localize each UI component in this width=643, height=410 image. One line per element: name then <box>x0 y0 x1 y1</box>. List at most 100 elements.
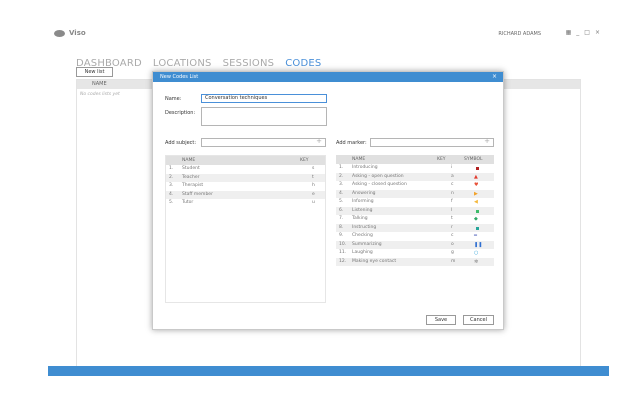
save-button[interactable]: Save <box>426 315 456 325</box>
table-row[interactable]: 2. Asking - open question a ▲ <box>336 172 494 182</box>
marker-key: f <box>451 199 453 204</box>
table-row[interactable]: 2. Teacher t <box>166 173 325 182</box>
table-row[interactable]: 12. Making eye contact m ✲ <box>336 257 494 267</box>
markers-table-header: NAME KEY SYMBOL <box>336 155 494 164</box>
tab-codes[interactable]: CODES <box>285 58 321 69</box>
tab-sessions[interactable]: SESSIONS <box>223 58 275 69</box>
table-row[interactable]: 3. Therapist h <box>166 182 325 191</box>
row-number: 12. <box>339 258 347 264</box>
marker-name: Asking - open question <box>352 173 404 179</box>
close-icon[interactable]: × <box>595 29 605 36</box>
markers-col-symbol: SYMBOL <box>464 157 483 162</box>
row-number: 7. <box>339 216 344 221</box>
arrow-left-symbol-icon[interactable]: ◀ <box>474 198 478 207</box>
marker-name: Laughing <box>352 250 373 255</box>
heart-symbol-icon[interactable]: ♥ <box>474 181 478 190</box>
viso-logo-icon <box>54 30 65 37</box>
subject-name: Student <box>182 166 200 171</box>
table-row[interactable]: 1. Introducing i <box>336 164 494 173</box>
dialog-close-icon[interactable]: × <box>492 72 497 82</box>
main-nav: DASHBOARD LOCATIONS SESSIONS CODES <box>76 51 332 69</box>
equals-symbol-icon[interactable]: ═ <box>474 232 477 241</box>
square-symbol-icon[interactable] <box>476 226 479 230</box>
marker-key: r <box>451 224 453 230</box>
table-row[interactable]: 10. Summarizing o ❚❚ <box>336 240 494 250</box>
cancel-button[interactable]: Cancel <box>463 315 494 325</box>
marker-name: Instructing <box>352 224 377 230</box>
description-field[interactable] <box>201 107 327 126</box>
add-marker-plus-icon[interactable]: + <box>484 138 490 145</box>
grid-menu-icon[interactable]: ▦ <box>566 29 577 36</box>
table-row[interactable]: 4. Staff member e <box>166 190 325 199</box>
arrow-right-symbol-icon[interactable]: ▶ <box>474 190 478 199</box>
markers-col-name: NAME <box>352 157 366 162</box>
marker-name: Informing <box>352 199 374 204</box>
subject-key: t <box>312 174 314 180</box>
marker-name: Introducing <box>352 165 378 170</box>
row-number: 3. <box>169 183 174 188</box>
maximize-icon[interactable]: □ <box>584 29 595 36</box>
marker-key: t <box>451 216 453 221</box>
row-number: 1. <box>339 165 344 170</box>
subject-name: Tutor <box>182 200 194 205</box>
dialog-title-bar: New Codes List × <box>153 72 503 82</box>
markers-rows: 1. Introducing i 2. Asking - open question a ▲… <box>336 164 494 266</box>
marker-name: Summarizing <box>352 241 382 247</box>
add-subject-label: Add subject: <box>165 140 197 146</box>
row-number: 2. <box>169 174 174 180</box>
row-number: 1. <box>169 166 174 171</box>
new-list-button[interactable]: New list <box>76 67 113 77</box>
marker-name: Listening <box>352 207 373 213</box>
marker-key: c <box>451 233 454 238</box>
row-number: 5. <box>169 200 174 205</box>
add-subject-plus-icon[interactable]: + <box>316 138 322 145</box>
new-codes-list-dialog: New Codes List × Name: Conversation tech… <box>152 71 504 330</box>
table-row[interactable]: 4. Answering n ▶ <box>336 189 494 199</box>
square-symbol-icon[interactable] <box>476 209 479 213</box>
marker-key: g <box>451 250 454 255</box>
table-row[interactable]: 8. Instructing r <box>336 223 494 232</box>
row-number: 10. <box>339 241 347 247</box>
name-label: Name: <box>165 96 182 102</box>
table-row[interactable]: 7. Talking t ◆ <box>336 215 494 224</box>
row-number: 5. <box>339 199 344 204</box>
triangle-symbol-icon[interactable]: ▲ <box>474 173 478 182</box>
markers-col-key: KEY <box>437 157 446 162</box>
marker-key: m <box>451 258 456 264</box>
name-field[interactable]: Conversation techniques <box>201 94 327 103</box>
row-number: 8. <box>339 224 344 230</box>
asterisk-symbol-icon[interactable]: ✲ <box>474 258 478 267</box>
subjects-col-name: NAME <box>182 158 196 163</box>
subject-name: Staff member <box>182 191 213 197</box>
subject-key: u <box>312 200 315 205</box>
window-bottom-bar <box>48 366 609 376</box>
circle-symbol-icon[interactable]: ○ <box>474 249 478 258</box>
subject-key: h <box>312 183 315 188</box>
subject-key: e <box>312 191 315 197</box>
row-number: 11. <box>339 250 347 255</box>
user-name[interactable]: RICHARD ADAMS <box>498 31 541 37</box>
row-number: 6. <box>339 207 344 213</box>
table-row[interactable]: 11. Laughing g ○ <box>336 249 494 258</box>
markers-table: NAME KEY SYMBOL 1. Introducing i 2. Asking -… <box>336 155 494 303</box>
table-row[interactable]: 5. Tutor u <box>166 199 325 208</box>
table-row[interactable]: 1. Student s <box>166 165 325 174</box>
row-number: 9. <box>339 233 344 238</box>
marker-key: a <box>451 173 454 179</box>
row-number: 4. <box>169 191 174 197</box>
pause-symbol-icon[interactable]: ❚❚ <box>474 241 482 250</box>
marker-key: l <box>451 207 453 213</box>
add-subject-input[interactable]: + <box>201 138 326 147</box>
window-controls: ▦_□× <box>566 29 605 36</box>
tab-locations[interactable]: LOCATIONS <box>153 58 212 69</box>
table-row[interactable]: 5. Informing f ◀ <box>336 198 494 207</box>
table-row[interactable]: 6. Listening l <box>336 206 494 215</box>
marker-key: c <box>451 182 454 187</box>
title-bar: Viso RICHARD ADAMS ▦_□× <box>48 27 609 41</box>
square-symbol-icon[interactable] <box>476 167 479 170</box>
table-row[interactable]: 9. Checking c ═ <box>336 232 494 241</box>
table-row[interactable]: 3. Asking - closed question c ♥ <box>336 181 494 190</box>
diamond-symbol-icon[interactable]: ◆ <box>474 215 478 224</box>
add-marker-input[interactable]: + <box>370 138 494 147</box>
subject-name: Teacher <box>182 174 200 180</box>
